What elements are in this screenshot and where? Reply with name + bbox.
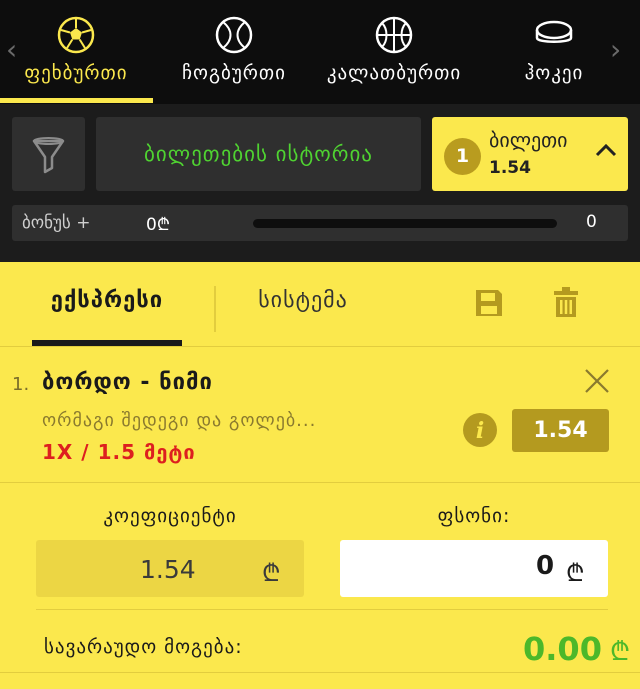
info-icon[interactable]: i [462,412,498,448]
bonus-label: ბონუს + [22,213,91,233]
ticket-odds: 1.54 [489,158,531,178]
coefficient-label: კოეფიციენტი [103,505,237,527]
soccer-ball-icon [57,16,95,54]
divider [0,672,640,673]
sport-tab-football[interactable]: ფეხბურთი [0,16,156,84]
sport-tab-label: ჩოგბურთი [182,62,286,84]
possible-win-value: 0.00 [523,630,602,668]
save-icon[interactable] [474,288,504,318]
lari-icon: ₾ [262,559,281,587]
tennis-ball-icon [215,16,253,54]
hockey-puck-icon [535,20,573,43]
bonus-value: 0₾ [146,215,170,235]
lari-icon: ₾ [566,559,585,587]
stake-label: ფსონი: [437,505,511,527]
funnel-icon [32,137,65,174]
sport-tab-hockey[interactable]: ჰოკეი [474,16,634,84]
bonus-count: 0 [586,212,597,232]
bet-odds: 1.54 [512,409,609,452]
tab-system[interactable]: სისტემა [228,288,378,313]
bet-item-number: 1. [12,374,30,395]
sport-tab-label: კალათბურთი [326,62,462,84]
divider [36,609,608,610]
sport-tab-label: ფეხბურთი [24,62,128,84]
tab-express[interactable]: ექსპრესი [32,288,182,313]
sport-tab-basketball[interactable]: კალათბურთი [314,16,474,84]
trash-icon[interactable] [552,286,580,318]
chevron-up-icon[interactable] [594,142,618,158]
lari-icon: ₾ [610,637,631,667]
bet-pick: 1X / 1.5 მეტი [42,440,196,464]
filter-button[interactable] [12,117,85,191]
ticket-label: ბილეთი [489,128,568,152]
svg-text:i: i [476,418,484,444]
coefficient-value: 1.54 [140,555,196,584]
stake-value[interactable]: 0 [536,551,554,581]
basketball-icon [375,16,413,54]
ticket-count-badge: 1 [444,138,481,175]
bonus-progress-track [253,219,557,228]
divider [0,346,640,347]
bet-market: ორმაგი შედეგი და გოლებ... [42,410,317,431]
possible-win-label: სავარაუდო მოგება: [44,636,243,658]
sport-tab-tennis[interactable]: ჩოგბურთი [154,16,314,84]
tab-divider [214,286,216,332]
ticket-history-button[interactable]: ბილეთების ისტორია [96,117,421,191]
divider [0,482,640,483]
close-icon[interactable] [584,368,610,394]
bet-match-name: ბორდო - ნიმი [42,370,213,395]
active-tab-indicator [0,98,153,103]
sport-tab-label: ჰოკეი [524,62,584,84]
